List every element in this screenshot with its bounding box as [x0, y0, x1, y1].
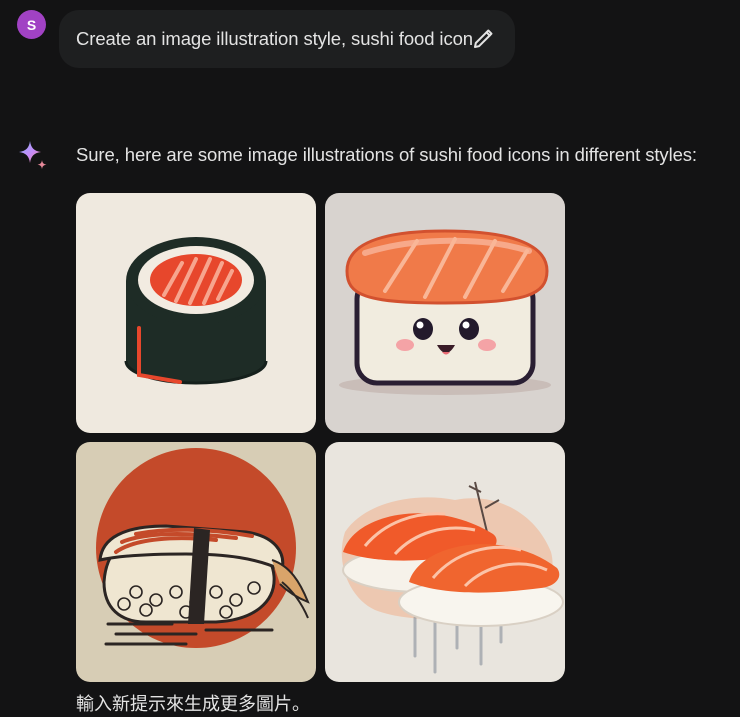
- chat-page: S Create an image illustration style, su…: [0, 0, 740, 717]
- footer-hint: 輸入新提示來生成更多圖片。: [76, 694, 310, 715]
- generated-image-1[interactable]: [76, 193, 316, 433]
- sparkle-icon: [17, 139, 49, 171]
- generated-image-3[interactable]: [76, 442, 316, 682]
- response-text: Sure, here are some image illustrations …: [76, 144, 697, 165]
- user-prompt-bubble: Create an image illustration style, sush…: [59, 10, 515, 68]
- user-prompt-text: Create an image illustration style, sush…: [76, 28, 473, 49]
- edit-prompt-button[interactable]: [471, 27, 495, 51]
- user-avatar[interactable]: S: [17, 10, 46, 39]
- pencil-icon: [474, 29, 493, 48]
- generated-image-2[interactable]: [325, 193, 565, 433]
- generated-image-4[interactable]: [325, 442, 565, 682]
